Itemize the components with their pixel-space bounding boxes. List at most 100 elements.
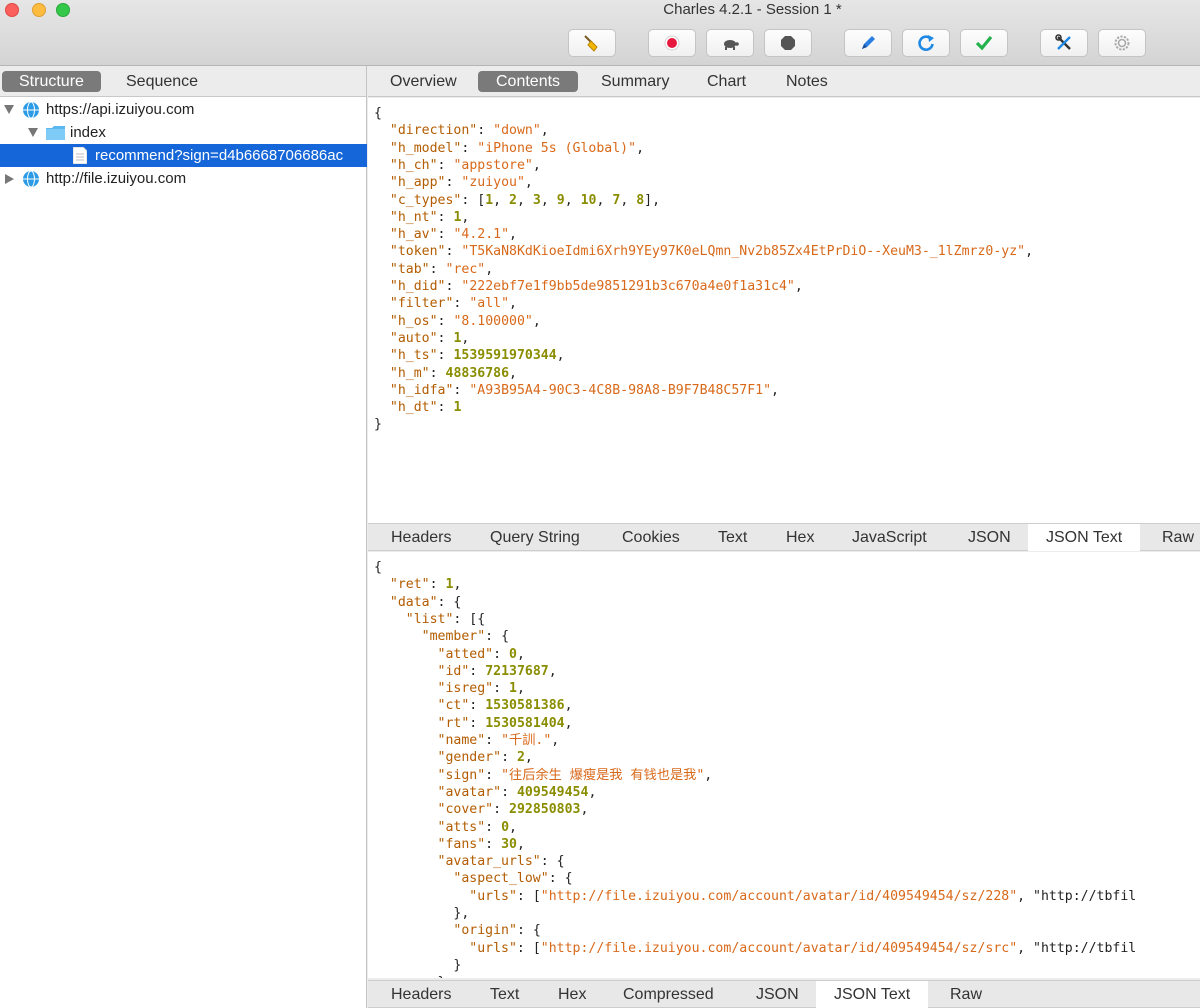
stop-icon: [781, 36, 795, 50]
folder-icon: [46, 126, 65, 140]
code-line: "h_ts": 1539591970344,: [389, 348, 565, 364]
clear-session-button[interactable]: [568, 29, 616, 57]
code-line: "isreg": 1,: [437, 681, 525, 697]
code-line: }: [374, 417, 382, 433]
tab-request-json[interactable]: JSON: [968, 524, 1011, 551]
request-body-viewer[interactable]: { "direction": "down", "h_model": "iPhon…: [368, 98, 1200, 523]
code-line: }: [374, 957, 462, 973]
detail-tabs: Overview Contents Summary Chart Notes: [368, 66, 1200, 97]
code-line: "h_dt": 1: [389, 400, 462, 416]
tab-request-query-string[interactable]: Query String: [490, 524, 580, 551]
code-line: "h_model": "iPhone 5s (Global)",: [389, 140, 645, 156]
code-line: },: [374, 906, 470, 921]
code-line: "h_av": "4.2.1",: [389, 227, 517, 243]
turtle-icon: [724, 40, 739, 50]
check-icon: [975, 35, 993, 51]
tree-item-index[interactable]: index: [0, 121, 367, 144]
tree-item-file-izuiyou[interactable]: http://file.izuiyou.com: [0, 167, 367, 190]
code-line: "tab": "rec",: [389, 261, 494, 277]
tab-request-hex[interactable]: Hex: [786, 524, 814, 551]
code-line: "name": "千訓.",: [437, 733, 560, 748]
tab-response-json[interactable]: JSON: [756, 981, 799, 1008]
response-body-viewer[interactable]: { "ret": 1, "data": { "list": [{ "member…: [368, 552, 1200, 978]
code-line: "atted": 0,: [437, 646, 525, 662]
tab-request-text[interactable]: Text: [718, 524, 747, 551]
tab-summary[interactable]: Summary: [583, 71, 687, 92]
tab-response-text[interactable]: Text: [490, 981, 519, 1008]
pen-icon: [862, 36, 875, 49]
tab-response-raw[interactable]: Raw: [950, 981, 982, 1008]
code-line: "direction": "down",: [389, 123, 549, 139]
refresh-icon: [918, 35, 934, 51]
compose-button[interactable]: [844, 29, 892, 57]
tab-structure[interactable]: Structure: [2, 71, 101, 92]
validate-button[interactable]: [960, 29, 1008, 57]
disclosure-triangle-icon[interactable]: [28, 128, 38, 137]
tree-item-label: https://api.izuiyou.com: [46, 101, 195, 118]
tab-contents[interactable]: Contents: [478, 71, 579, 92]
settings-button[interactable]: [1098, 29, 1146, 57]
throttle-button[interactable]: [706, 29, 754, 57]
settings-icon: [1114, 35, 1130, 51]
tab-response-compressed[interactable]: Compressed: [623, 981, 714, 1008]
globe-icon: [23, 170, 39, 188]
tab-chart[interactable]: Chart: [689, 71, 764, 92]
tab-request-cookies[interactable]: Cookies: [622, 524, 680, 551]
code-line: "h_did": "222ebf7e1f9bb5de9851291b3c670a…: [389, 279, 803, 294]
code-line: }: [374, 974, 446, 978]
code-line: "urls": ["http://file.izuiyou.com/accoun…: [469, 888, 1137, 904]
details-panel: Overview Contents Summary Chart Notes { …: [368, 66, 1200, 1008]
code-line: "token": "T5KaN8KdKioeIdmi6Xrh9YEy97K0eL…: [389, 244, 1034, 260]
globe-icon: [23, 101, 39, 119]
tab-request-raw[interactable]: Raw: [1162, 524, 1194, 551]
code-line: "cover": 292850803,: [437, 802, 589, 818]
code-line: "h_idfa": "A93B95A4-90C3-4C8B-98A8-B9F7B…: [389, 382, 779, 398]
code-line: "rt": 1530581404,: [437, 715, 573, 731]
broom-icon: [584, 35, 598, 52]
document-icon: [73, 147, 87, 164]
tab-notes[interactable]: Notes: [768, 71, 846, 92]
code-line: "avatar_urls": {: [437, 854, 565, 870]
tab-sequence[interactable]: Sequence: [109, 71, 215, 92]
code-line: "id": 72137687,: [437, 663, 557, 679]
disclosure-triangle-icon[interactable]: [5, 174, 14, 184]
code-line: "sign": "往后余生 爆瘦是我 有钱也是我",: [437, 767, 713, 783]
code-line: {: [374, 560, 382, 575]
tree-item-api-izuiyou[interactable]: https://api.izuiyou.com: [0, 98, 367, 121]
code-line: "list": [{: [405, 611, 486, 627]
tree-item-recommend[interactable]: recommend?sign=d4b6668706686ac: [0, 144, 367, 167]
code-line: "c_types": [1, 2, 3, 9, 10, 7, 8],: [389, 192, 661, 208]
code-line: {: [374, 106, 382, 121]
code-line: "auto": 1,: [389, 330, 470, 346]
code-line: "filter": "all",: [389, 296, 517, 312]
record-icon: [664, 35, 680, 51]
tools-button[interactable]: [1040, 29, 1088, 57]
code-line: "origin": {: [453, 923, 541, 939]
structure-panel: Structure Sequence https://api.izuiyou.c…: [0, 66, 367, 1008]
code-line: "fans": 30,: [437, 836, 525, 852]
code-line: "aspect_low": {: [453, 871, 573, 887]
tab-request-headers[interactable]: Headers: [391, 524, 451, 551]
tab-response-headers[interactable]: Headers: [391, 981, 451, 1008]
code-line: "avatar": 409549454,: [437, 784, 597, 800]
tab-response-json-text[interactable]: JSON Text: [816, 981, 929, 1008]
tab-overview[interactable]: Overview: [372, 71, 475, 92]
tab-request-javascript[interactable]: JavaScript: [852, 524, 927, 551]
code-line: "atts": 0,: [437, 819, 517, 835]
disclosure-triangle-icon[interactable]: [4, 105, 14, 114]
code-line: "urls": ["http://file.izuiyou.com/accoun…: [469, 940, 1137, 956]
tree-item-label: recommend?sign=d4b6668706686ac: [95, 147, 344, 164]
tab-request-json-text[interactable]: JSON Text: [1028, 524, 1141, 551]
tab-response-hex[interactable]: Hex: [558, 981, 586, 1008]
title-bar: Charles 4.2.1 - Session 1 *: [0, 0, 1200, 66]
repeat-button[interactable]: [902, 29, 950, 57]
code-line: "h_app": "zuiyou",: [389, 175, 533, 191]
response-format-tabs: Headers Text Hex Compressed JSON JSON Te…: [368, 980, 1200, 1008]
window-title: Charles 4.2.1 - Session 1 *: [663, 1, 842, 18]
view-mode-tabs: Structure Sequence: [0, 66, 366, 97]
code-line: "h_nt": 1,: [389, 209, 470, 225]
breakpoints-button[interactable]: [764, 29, 812, 57]
record-button[interactable]: [648, 29, 696, 57]
code-line: "h_m": 48836786,: [389, 365, 517, 381]
tree-item-label: http://file.izuiyou.com: [46, 170, 187, 187]
